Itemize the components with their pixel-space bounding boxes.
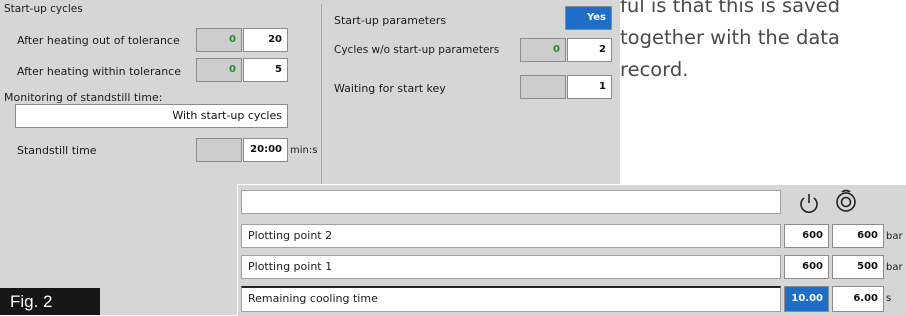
startup-parameters-title: Start-up parameters (334, 14, 447, 27)
monitoring-mode-select[interactable]: With start-up cycles (15, 104, 288, 128)
cycles-without-params-label: Cycles w/o start-up parameters (334, 44, 500, 56)
after-heating-out-input[interactable]: 20 (243, 28, 288, 52)
paragraph-line: ful is that this is saved (620, 0, 840, 17)
startup-parameters-toggle[interactable]: Yes (565, 6, 612, 30)
plotting-point-1-value-2[interactable]: 500 (832, 255, 884, 279)
after-heating-out-label: After heating out of tolerance (17, 34, 180, 47)
plotting-points-panel: Plotting point 2 600 600 bar Plotting po… (237, 184, 906, 316)
waiting-start-key-input[interactable]: 1 (567, 75, 612, 99)
panel-divider (321, 4, 322, 184)
cycles-without-params-input[interactable]: 2 (567, 38, 612, 62)
after-heating-within-label: After heating within tolerance (17, 65, 181, 78)
paragraph-line: together with the data (620, 26, 840, 49)
standstill-time-input[interactable]: 20:00 (243, 138, 288, 162)
table-row-label: Remaining cooling time (241, 286, 781, 312)
standstill-time-actual (196, 138, 242, 162)
standstill-time-label: Standstill time (17, 144, 97, 157)
after-heating-within-input[interactable]: 5 (243, 58, 288, 82)
standstill-time-unit: min:s (290, 145, 318, 156)
power-icon (800, 194, 818, 213)
waiting-start-key-actual (520, 75, 566, 99)
startup-cycles-title: Start-up cycles (4, 3, 83, 15)
plotting-point-1-unit: bar (886, 262, 903, 273)
after-heating-out-actual: 0 (196, 28, 242, 52)
remaining-cooling-time-unit: s (886, 293, 892, 304)
after-heating-within-actual: 0 (196, 58, 242, 82)
plotting-point-2-unit: bar (886, 231, 903, 242)
table-row-label: Plotting point 2 (241, 224, 781, 248)
body-paragraph: ful is that this is saved together with … (620, 0, 906, 85)
remaining-cooling-time-value-1: 10.00 (784, 286, 829, 312)
waiting-start-key-label: Waiting for start key (334, 82, 446, 95)
plotting-point-2-value-2[interactable]: 600 (832, 224, 884, 248)
remaining-cooling-time-value-2[interactable]: 6.00 (832, 286, 884, 312)
table-header (241, 190, 781, 214)
cycles-without-params-actual: 0 (520, 38, 566, 62)
figure-label: Fig. 2 (0, 288, 100, 315)
plotting-point-2-value-1[interactable]: 600 (784, 224, 829, 248)
nozzle-icon (836, 189, 856, 212)
paragraph-line: record. (620, 58, 689, 81)
monitoring-title: Monitoring of standstill time: (4, 91, 163, 104)
table-row-label: Plotting point 1 (241, 255, 781, 279)
plotting-point-1-value-1[interactable]: 600 (784, 255, 829, 279)
